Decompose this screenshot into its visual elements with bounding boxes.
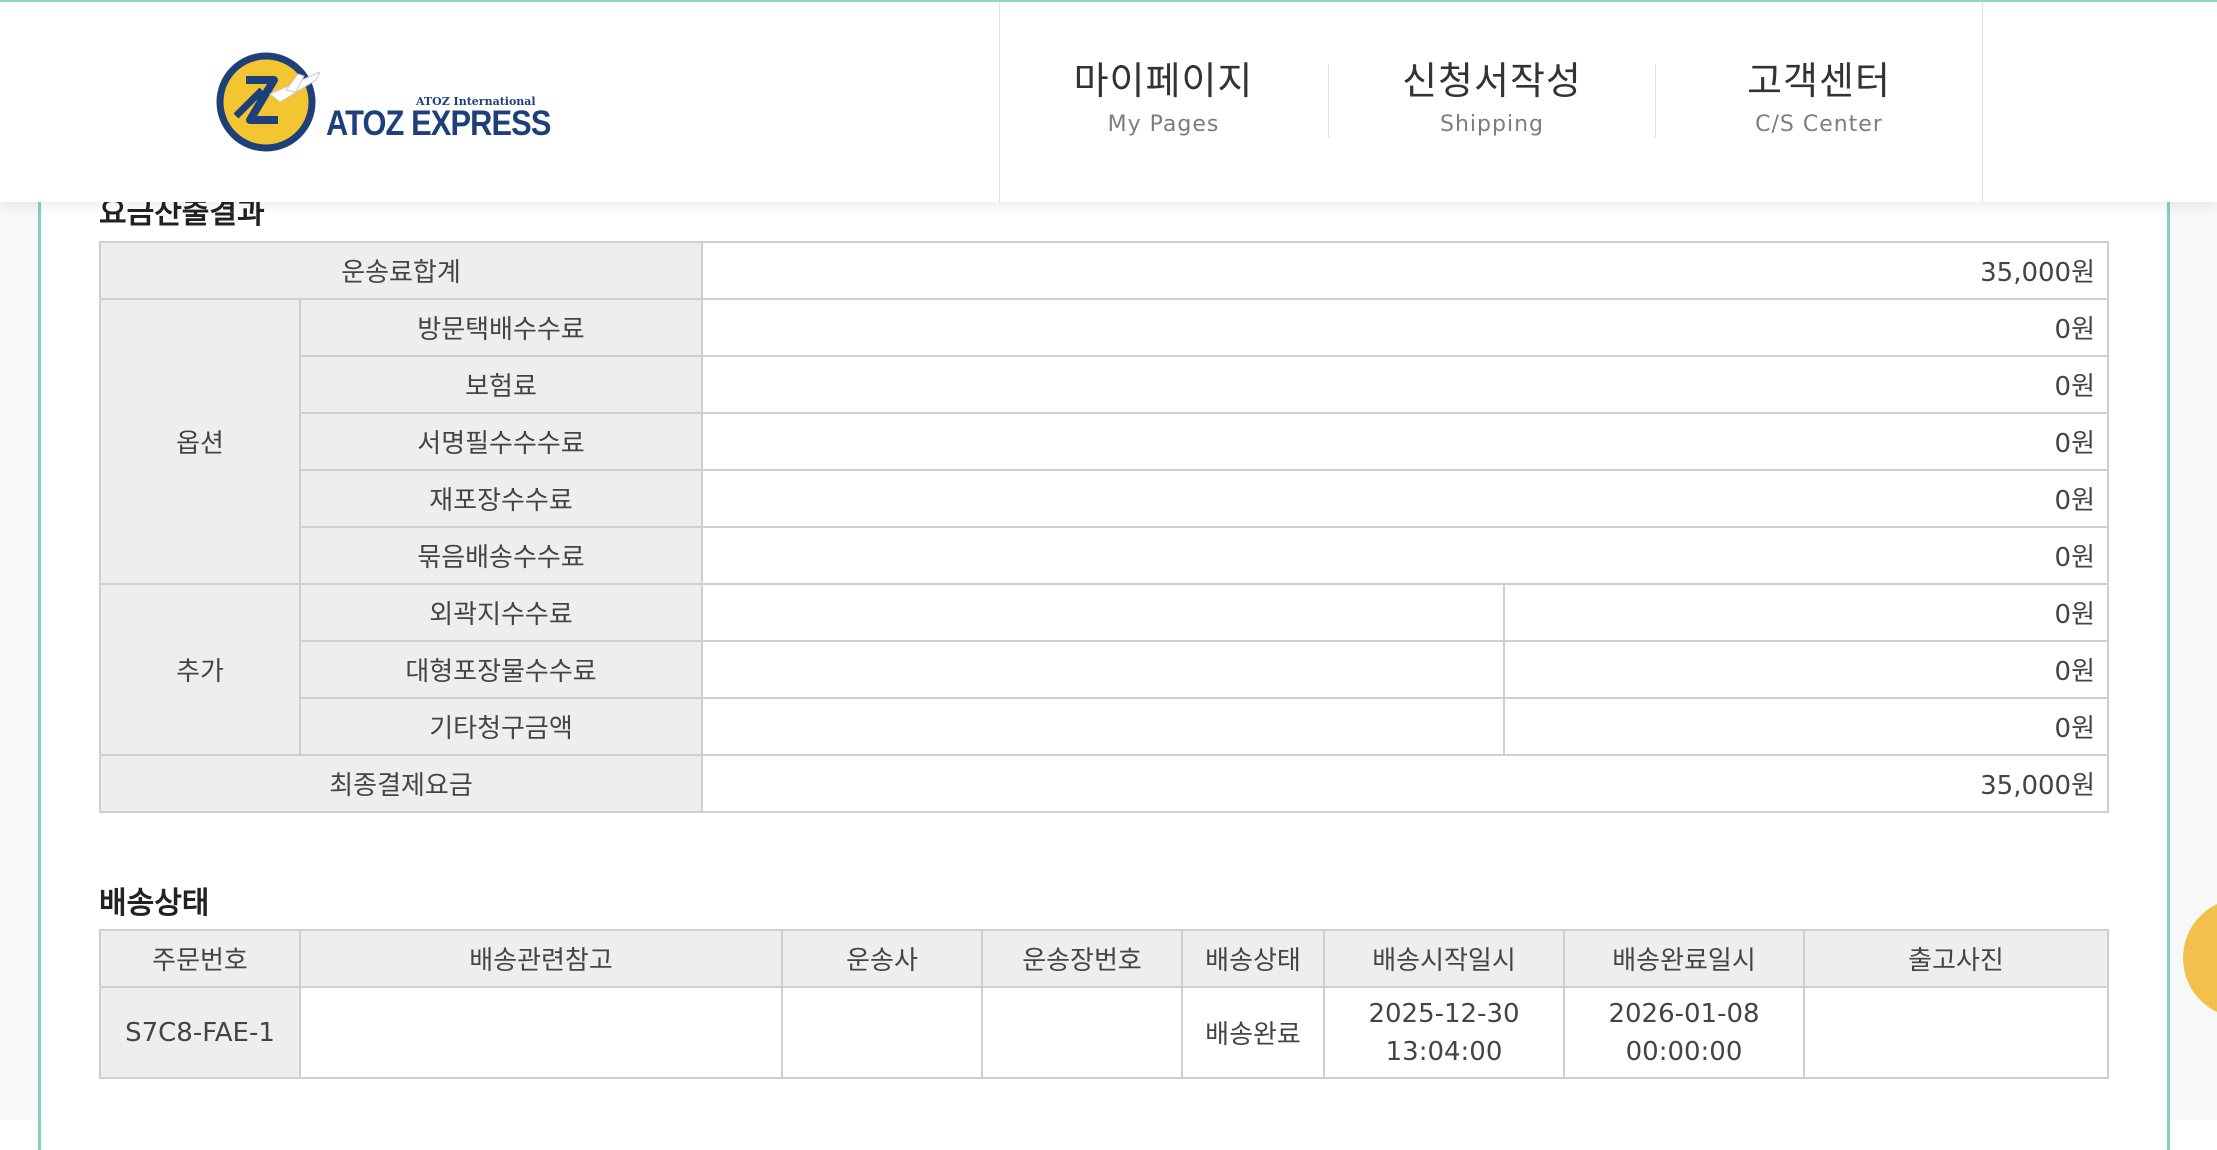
fee-row-final: 최종결제요금 35,000원 bbox=[98, 754, 2110, 813]
total-value: 35,000원 bbox=[701, 241, 2110, 300]
column-header: 운송장번호 bbox=[981, 929, 1183, 988]
fee-table: 운송료합계 35,000원 옵션 방문택배수수료 0원 보험료 0원 서명필수수… bbox=[98, 241, 2110, 813]
nav-label: 고객센터 bbox=[1747, 59, 1891, 103]
option-value: 0원 bbox=[701, 298, 2110, 357]
option-value: 0원 bbox=[701, 469, 2110, 528]
nav-label: 신청서작성 bbox=[1402, 59, 1582, 103]
nav-sublabel: C/S Center bbox=[1755, 112, 1883, 137]
start-date: 2025-12-30 bbox=[1368, 998, 1520, 1029]
column-header: 운송사 bbox=[781, 929, 983, 988]
option-label: 보험료 bbox=[298, 355, 704, 414]
column-header: 배송상태 bbox=[1181, 929, 1325, 988]
fee-row-additional: 추가 외곽지수수료 0원 bbox=[99, 583, 2110, 756]
final-value: 35,000원 bbox=[701, 754, 2110, 813]
additional-empty-cell bbox=[701, 583, 1506, 642]
final-label: 최종결제요금 bbox=[98, 754, 704, 813]
additional-value: 0원 bbox=[1503, 640, 2110, 699]
shipping-status-table: 주문번호 배송관련참고 운송사 운송장번호 배송상태 배송시작일시 배송완료일시… bbox=[99, 929, 2109, 1079]
column-header: 배송시작일시 bbox=[1323, 929, 1565, 988]
end-date: 2026-01-08 bbox=[1608, 998, 1760, 1029]
additional-empty-cell bbox=[701, 697, 1506, 756]
additional-empty-cell bbox=[701, 640, 1506, 699]
additional-label: 외곽지수수료 bbox=[298, 583, 704, 642]
fee-row-option: 재포장수수료 0원 bbox=[100, 469, 2110, 528]
fee-row-option: 묶음배송수수료 0원 bbox=[100, 526, 2110, 585]
total-label: 운송료합계 bbox=[98, 241, 704, 300]
shipping-start-datetime: 2025-12-30 13:04:00 bbox=[1323, 986, 1565, 1079]
nav-shipping[interactable]: 신청서작성 Shipping bbox=[1329, 2, 1655, 202]
option-value: 0원 bbox=[701, 526, 2110, 585]
shipping-note bbox=[299, 986, 783, 1079]
shipping-section-title: 배송상태 bbox=[99, 886, 210, 921]
end-time: 00:00:00 bbox=[1625, 1036, 1743, 1067]
release-photo bbox=[1803, 986, 2109, 1079]
carrier bbox=[781, 986, 983, 1079]
options-group-label: 옵션 bbox=[99, 298, 301, 585]
airplane-icon bbox=[216, 52, 320, 152]
shipping-header-row: 주문번호 배송관련참고 운송사 운송장번호 배송상태 배송시작일시 배송완료일시… bbox=[99, 929, 2109, 988]
nav-sublabel: Shipping bbox=[1440, 112, 1544, 137]
option-label: 서명필수수수료 bbox=[298, 412, 704, 471]
fee-row-option: 옵션 방문택배수수료 0원 bbox=[99, 298, 2110, 585]
logo-title: ATOZ EXPRESS bbox=[326, 104, 551, 143]
shipping-end-datetime: 2026-01-08 00:00:00 bbox=[1563, 986, 1805, 1079]
fee-row-additional: 대형포장물수수료 0원 bbox=[100, 640, 2110, 699]
additional-value: 0원 bbox=[1503, 697, 2110, 756]
nav-divider bbox=[1982, 2, 1983, 202]
fee-row-additional: 기타청구금액 0원 bbox=[100, 697, 2110, 756]
order-number[interactable]: S7C8-FAE-1 bbox=[99, 986, 301, 1079]
option-value: 0원 bbox=[701, 412, 2110, 471]
option-label: 재포장수수료 bbox=[298, 469, 704, 528]
option-label: 방문택배수수료 bbox=[298, 298, 704, 357]
tracking-number bbox=[981, 986, 1183, 1079]
additional-label: 대형포장물수수료 bbox=[298, 640, 704, 699]
nav-label: 마이페이지 bbox=[1073, 59, 1254, 103]
additional-group-label: 추가 bbox=[99, 583, 301, 756]
column-header: 출고사진 bbox=[1803, 929, 2109, 988]
additional-label: 기타청구금액 bbox=[298, 697, 704, 756]
shipping-status: 배송완료 bbox=[1181, 986, 1325, 1079]
fee-row-option: 보험료 0원 bbox=[100, 355, 2110, 414]
option-label: 묶음배송수수료 bbox=[298, 526, 704, 585]
nav-my-pages[interactable]: 마이페이지 My Pages bbox=[1000, 2, 1327, 202]
nav-cs-center[interactable]: 고객센터 C/S Center bbox=[1656, 2, 1982, 202]
column-header: 배송관련참고 bbox=[299, 929, 783, 988]
start-time: 13:04:00 bbox=[1385, 1036, 1503, 1067]
site-header: ATOZ International ATOZ EXPRESS 마이페이지 My… bbox=[0, 0, 2217, 202]
table-row: S7C8-FAE-1 배송완료 2025-12-30 13:04:00 2026… bbox=[99, 986, 2109, 1079]
nav-sublabel: My Pages bbox=[1107, 112, 1220, 137]
additional-value: 0원 bbox=[1503, 583, 2110, 642]
option-value: 0원 bbox=[701, 355, 2110, 414]
fee-row-option: 서명필수수수료 0원 bbox=[100, 412, 2110, 471]
logo[interactable]: ATOZ International ATOZ EXPRESS bbox=[216, 46, 551, 158]
fee-row-total: 운송료합계 35,000원 bbox=[98, 241, 2110, 300]
column-header: 주문번호 bbox=[99, 929, 301, 988]
column-header: 배송완료일시 bbox=[1563, 929, 1805, 988]
